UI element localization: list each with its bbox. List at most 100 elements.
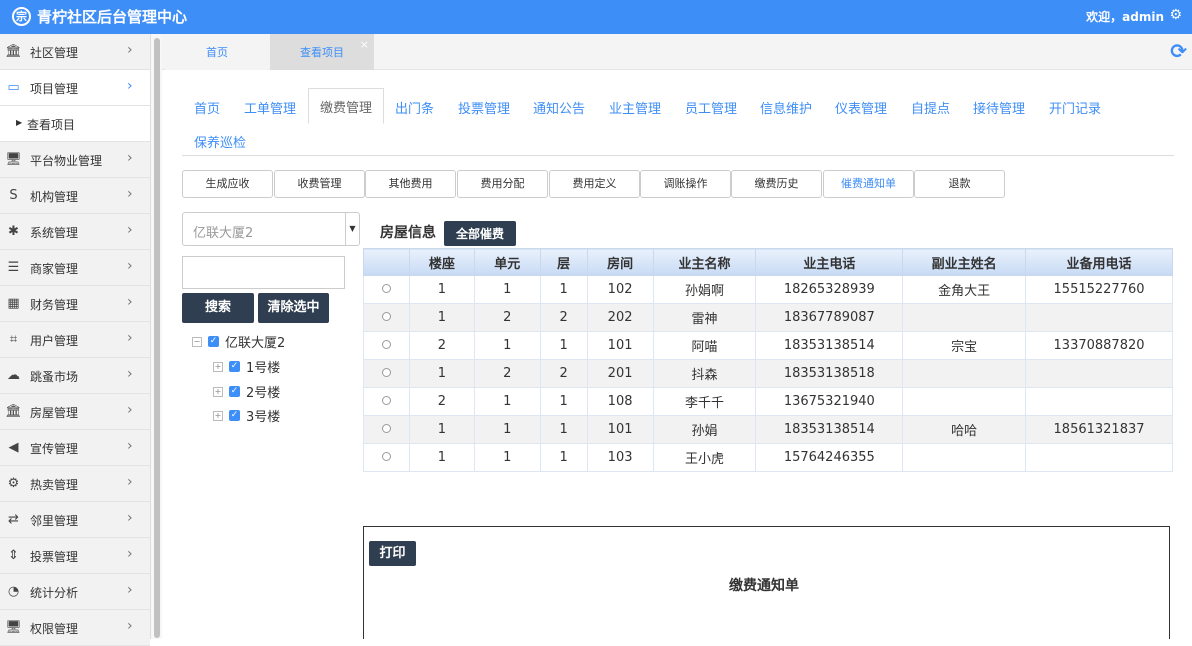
sidebar-item-label: 统计分析: [30, 586, 79, 600]
refresh-icon[interactable]: ⟳: [1170, 39, 1187, 63]
yelp-icon: ✱: [8, 224, 19, 239]
nav-link[interactable]: 仪表管理: [835, 98, 887, 117]
sidebar-scrollbar[interactable]: [150, 34, 162, 639]
fee-subnav-button[interactable]: 退款: [914, 170, 1005, 198]
nav-link[interactable]: 出门条: [395, 98, 434, 117]
search-button[interactable]: 搜索: [182, 293, 254, 323]
chevron-right-icon: ›: [127, 330, 133, 346]
table-cell: [1025, 359, 1173, 388]
sidebar-item[interactable]: ☰ 商家管理 ›: [0, 250, 150, 286]
row-radio[interactable]: [381, 284, 391, 293]
row-radio[interactable]: [381, 368, 391, 377]
nav-link[interactable]: 信息维护: [760, 98, 812, 117]
table-cell: 18367789087: [755, 303, 904, 332]
row-radio[interactable]: [381, 452, 391, 461]
sidebar-item[interactable]: S 机构管理 ›: [0, 178, 150, 214]
row-radio[interactable]: [381, 396, 391, 405]
tree-node-child[interactable]: + ✓ 2号楼: [213, 382, 281, 401]
sidebar-item[interactable]: ◀ 宣传管理 ›: [0, 430, 150, 466]
table-row[interactable]: 1 2 2 202 雷神 18367789087: [363, 303, 1173, 332]
tree-node-label: 2号楼: [246, 386, 281, 401]
sidebar-item[interactable]: 🏛 社区管理 ›: [0, 34, 150, 70]
checkbox-checked-icon[interactable]: ✓: [208, 336, 219, 347]
nav-link[interactable]: 缴费管理: [308, 88, 385, 124]
sidebar-item[interactable]: ▭ 项目管理 ›: [0, 70, 150, 106]
row-radio[interactable]: [381, 312, 391, 321]
table-row[interactable]: 1 1 1 101 孙娟 18353138514 哈哈 18561321837: [363, 415, 1173, 444]
checkbox-checked-icon[interactable]: ✓: [229, 386, 240, 397]
nav-link[interactable]: 通知公告: [533, 98, 585, 117]
nav-link[interactable]: 保养巡检: [194, 132, 246, 151]
sidebar-item-label: 平台物业管理: [30, 154, 103, 168]
sidebar-item[interactable]: ⇕ 投票管理 ›: [0, 538, 150, 574]
table-cell: 18353138514: [755, 415, 904, 444]
table-cell: 孙娟啊: [652, 275, 757, 304]
expand-icon[interactable]: +: [213, 386, 223, 397]
table-row[interactable]: 2 1 1 101 阿喵 18353138514 宗宝 13370887820: [363, 331, 1173, 360]
tree-node-child[interactable]: + ✓ 3号楼: [213, 406, 281, 425]
sidebar-item[interactable]: 🖥 权限管理 ›: [0, 610, 150, 646]
nav-link[interactable]: 工单管理: [244, 98, 296, 117]
nav-link[interactable]: 自提点: [911, 98, 950, 117]
building-select[interactable]: 亿联大厦2 ▼: [182, 212, 360, 246]
table-cell: 1: [539, 443, 588, 472]
tree-node-root[interactable]: − ✓ 亿联大厦2: [192, 332, 285, 351]
table-row[interactable]: 1 2 2 201 抖森 18353138518: [363, 359, 1173, 388]
sidebar-item[interactable]: ⌗ 用户管理 ›: [0, 322, 150, 358]
table-cell: 13370887820: [1025, 331, 1173, 360]
sidebar-subitem-view-project[interactable]: ▶ 查看项目: [0, 106, 150, 142]
fee-subnav-button[interactable]: 费用定义: [549, 170, 640, 198]
nav-link[interactable]: 投票管理: [458, 98, 510, 117]
nav-link[interactable]: 员工管理: [685, 98, 737, 117]
expand-icon[interactable]: +: [213, 410, 223, 421]
checkbox-checked-icon[interactable]: ✓: [229, 361, 240, 372]
sidebar-item[interactable]: 🏛 房屋管理 ›: [0, 394, 150, 430]
fee-subnav-button[interactable]: 催费通知单: [823, 170, 914, 198]
nav-link[interactable]: 业主管理: [609, 98, 661, 117]
table-row[interactable]: 1 1 1 103 王小虎 15764246355: [363, 443, 1173, 472]
sidebar-item[interactable]: ▦ 财务管理 ›: [0, 286, 150, 322]
fee-subnav-button[interactable]: 生成应收: [182, 170, 273, 198]
table-cell: 1: [473, 331, 541, 360]
collapse-icon[interactable]: −: [192, 336, 202, 347]
row-radio[interactable]: [381, 424, 391, 433]
fee-subnav-button[interactable]: 缴费历史: [731, 170, 822, 198]
checkbox-checked-icon[interactable]: ✓: [229, 410, 240, 421]
fee-subnav-button[interactable]: 调账操作: [640, 170, 731, 198]
row-select-cell: [363, 359, 410, 388]
fee-subnav-button[interactable]: 费用分配: [457, 170, 548, 198]
sidebar-item[interactable]: ⇄ 邻里管理 ›: [0, 502, 150, 538]
chevron-down-icon[interactable]: ▼: [345, 213, 359, 245]
fee-subnav-button[interactable]: 其他费用: [365, 170, 456, 198]
close-tab-icon[interactable]: ×: [360, 26, 369, 64]
remind-all-button[interactable]: 全部催费: [444, 221, 516, 246]
sidebar-item[interactable]: ◔ 统计分析 ›: [0, 574, 150, 610]
fee-subnav-button[interactable]: 收费管理: [274, 170, 365, 198]
tab-view-project[interactable]: 查看项目 ×: [270, 34, 374, 70]
sidebar-item[interactable]: 🖥 平台物业管理 ›: [0, 142, 150, 178]
sidebar-item[interactable]: ✱ 系统管理 ›: [0, 214, 150, 250]
sidebar-item[interactable]: ☁ 跳蚤市场 ›: [0, 358, 150, 394]
tab-label: 查看项目: [300, 46, 344, 59]
clear-selection-button[interactable]: 清除选中: [258, 293, 329, 323]
nav-link[interactable]: 开门记录: [1049, 98, 1101, 117]
nav-link[interactable]: 首页: [194, 98, 220, 117]
tree-node-child[interactable]: + ✓ 1号楼: [213, 357, 280, 376]
table-cell: 18353138518: [755, 359, 904, 388]
sidebar-item[interactable]: ⚙ 热卖管理 ›: [0, 466, 150, 502]
sidebar-subitem-label: 查看项目: [27, 118, 76, 132]
row-radio[interactable]: [381, 340, 391, 349]
tab-home[interactable]: 首页: [165, 34, 269, 70]
welcome-user[interactable]: 欢迎，admin: [1086, 8, 1164, 25]
search-input[interactable]: [182, 256, 345, 289]
sidebar-item-label: 商家管理: [30, 262, 79, 276]
nav-link[interactable]: 接待管理: [973, 98, 1025, 117]
table-cell: [902, 303, 1027, 332]
scrollbar-thumb[interactable]: [154, 38, 160, 638]
table-row[interactable]: 2 1 1 108 李千千 13675321940: [363, 387, 1173, 416]
print-button[interactable]: 打印: [369, 541, 416, 566]
settings-gear-icon[interactable]: ⚙: [1169, 7, 1182, 23]
expand-icon[interactable]: +: [213, 361, 223, 372]
tree-node-label: 3号楼: [246, 410, 281, 425]
table-row[interactable]: 1 1 1 102 孙娟啊 18265328939 金角大王 15515227760: [363, 275, 1173, 304]
